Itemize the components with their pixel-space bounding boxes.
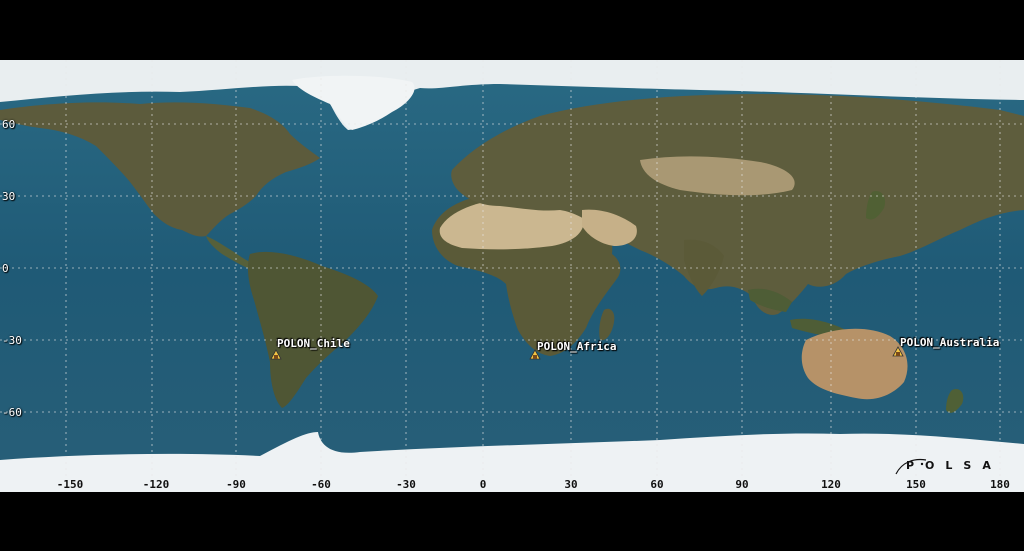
world-map[interactable]: 60 30 0 -30 -60 -150 -120 -90 -60 -30 0 … [0, 60, 1024, 492]
lon-label: -30 [396, 478, 416, 491]
lat-label-minus30: -30 [2, 334, 22, 347]
station-label-chile[interactable]: POLON_Chile [277, 337, 350, 350]
world-map-canvas [0, 60, 1024, 492]
logo-text: POLSA [906, 459, 1002, 472]
lat-label-30: 30 [2, 190, 16, 203]
lon-label: -150 [56, 478, 84, 491]
station-label-australia[interactable]: POLON_Australia [900, 336, 999, 349]
lat-label-60: 60 [2, 118, 16, 131]
lat-label-minus60: -60 [2, 406, 22, 419]
lon-label: 150 [906, 478, 926, 491]
lon-label: 120 [821, 478, 841, 491]
lon-label: 0 [479, 478, 487, 491]
lon-label: -60 [311, 478, 331, 491]
station-label-africa[interactable]: POLON_Africa [537, 340, 616, 353]
lon-label: 180 [990, 478, 1010, 491]
lon-label: 90 [735, 478, 749, 491]
lon-label: 60 [650, 478, 664, 491]
lat-label-0: 0 [2, 262, 9, 275]
polsa-logo: POLSA [892, 454, 992, 478]
lon-label: 30 [564, 478, 578, 491]
lon-label: -120 [142, 478, 170, 491]
lon-label: -90 [226, 478, 246, 491]
